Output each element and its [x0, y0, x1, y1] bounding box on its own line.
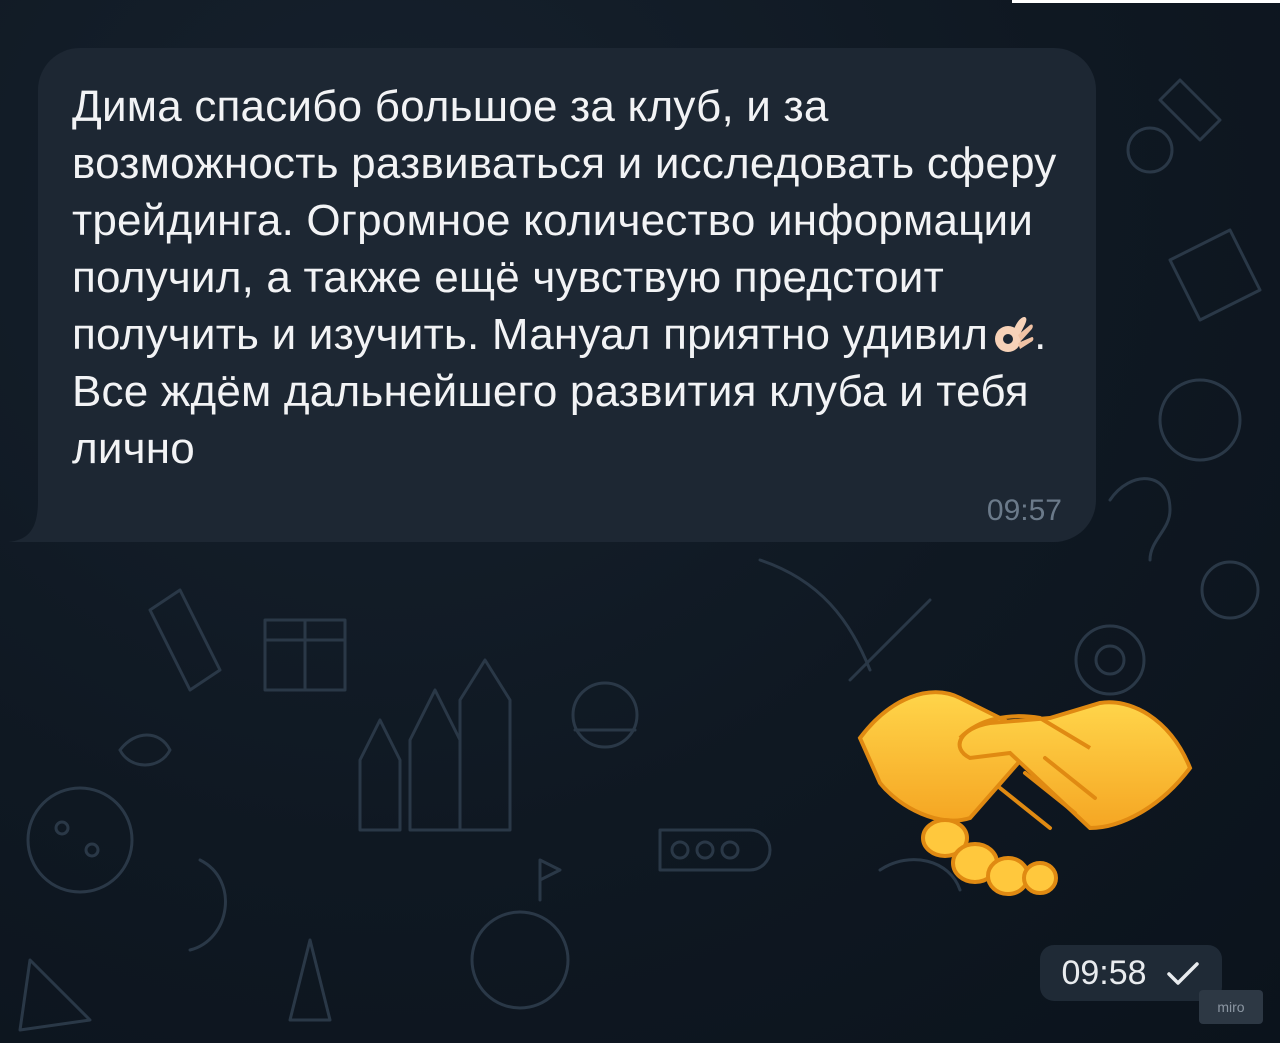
top-edge-strip	[1012, 0, 1280, 3]
miro-watermark: miro	[1199, 990, 1263, 1024]
ok-hand-icon	[995, 317, 1034, 352]
message-time: 09:57	[986, 494, 1062, 527]
check-icon	[1166, 962, 1199, 985]
handshake-icon[interactable]	[850, 678, 1200, 918]
incoming-message-bubble[interactable]: Дима спасибо большое за клуб, и за возмо…	[38, 48, 1096, 542]
sticker-time: 09:58	[1061, 953, 1147, 992]
message-text: Дима спасибо большое за клуб, и за возмо…	[72, 78, 1066, 477]
sticker-time-pill: 09:58	[1040, 945, 1222, 1001]
message-text-before-emoji: Дима спасибо большое за клуб, и за возмо…	[72, 82, 1057, 359]
chat-background: Дима спасибо большое за клуб, и за возмо…	[0, 0, 1280, 1043]
